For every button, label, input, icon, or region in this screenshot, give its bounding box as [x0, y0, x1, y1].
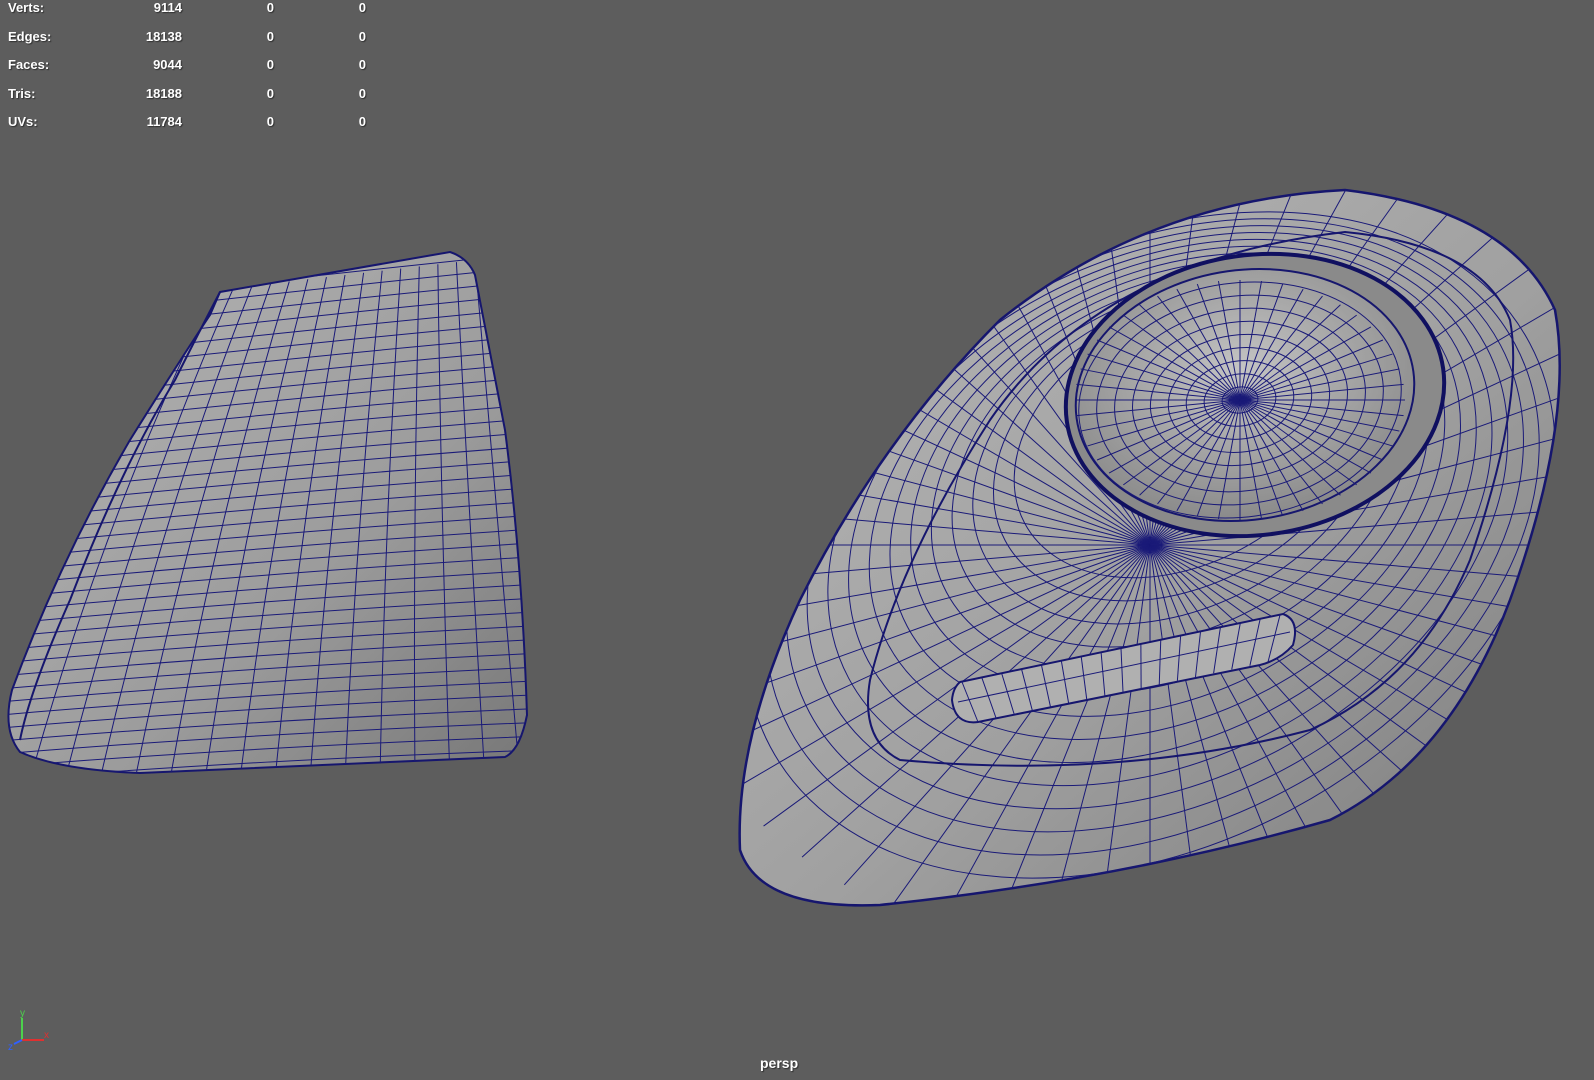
hud-row-component: 0: [358, 114, 366, 129]
y-axis-label: y: [20, 1008, 25, 1019]
hud-row-selected: 0: [266, 28, 274, 44]
hud-row: Tris: 18188 0 0: [8, 86, 368, 115]
hud-row: Verts: 9114 0 0: [8, 0, 368, 29]
hud-row-label: Tris:: [8, 85, 36, 101]
hud-row-selected: 0: [266, 114, 274, 129]
z-axis-line: [13, 1039, 23, 1045]
x-axis-label: x: [44, 1030, 49, 1041]
hud-row-label: Faces:: [8, 57, 50, 72]
hud-row-total: 11784: [146, 114, 182, 129]
poly-count-hud: Verts: 9114 0 0 Edges: 18138 0 0 Faces: 9044 0 0 Tri…: [8, 0, 368, 143]
camera-name-label: persp: [760, 1055, 799, 1071]
hud-row: UVs: 11784 0 0: [8, 114, 368, 143]
hud-row-component: 0: [358, 28, 366, 44]
hud-row-total: 9114: [153, 0, 182, 15]
axis-indicator: y z x: [8, 1008, 49, 1052]
hud-row-selected: 0: [266, 57, 274, 72]
hud-row-total: 18138: [145, 28, 182, 44]
hud-row-component: 0: [358, 85, 366, 101]
hud-row-label: Edges:: [8, 28, 52, 44]
hud-row-total: 9044: [153, 57, 182, 72]
hud-row-label: Verts:: [8, 0, 45, 15]
hud-row-label: UVs:: [8, 114, 38, 129]
mesh-object-left[interactable]: [0, 250, 540, 780]
hud-row-component: 0: [358, 57, 366, 72]
hud-row-selected: 0: [266, 85, 274, 101]
viewport-canvas[interactable]: [0, 0, 1594, 1080]
mesh-object-right[interactable]: [629, 78, 1594, 1012]
z-axis-label: z: [8, 1042, 13, 1052]
hud-row: Edges: 18138 0 0: [8, 29, 368, 58]
hud-row: Faces: 9044 0 0: [8, 57, 368, 86]
hud-row-total: 18188: [145, 85, 182, 101]
hud-row-selected: 0: [266, 0, 274, 15]
hud-row-component: 0: [358, 0, 366, 15]
